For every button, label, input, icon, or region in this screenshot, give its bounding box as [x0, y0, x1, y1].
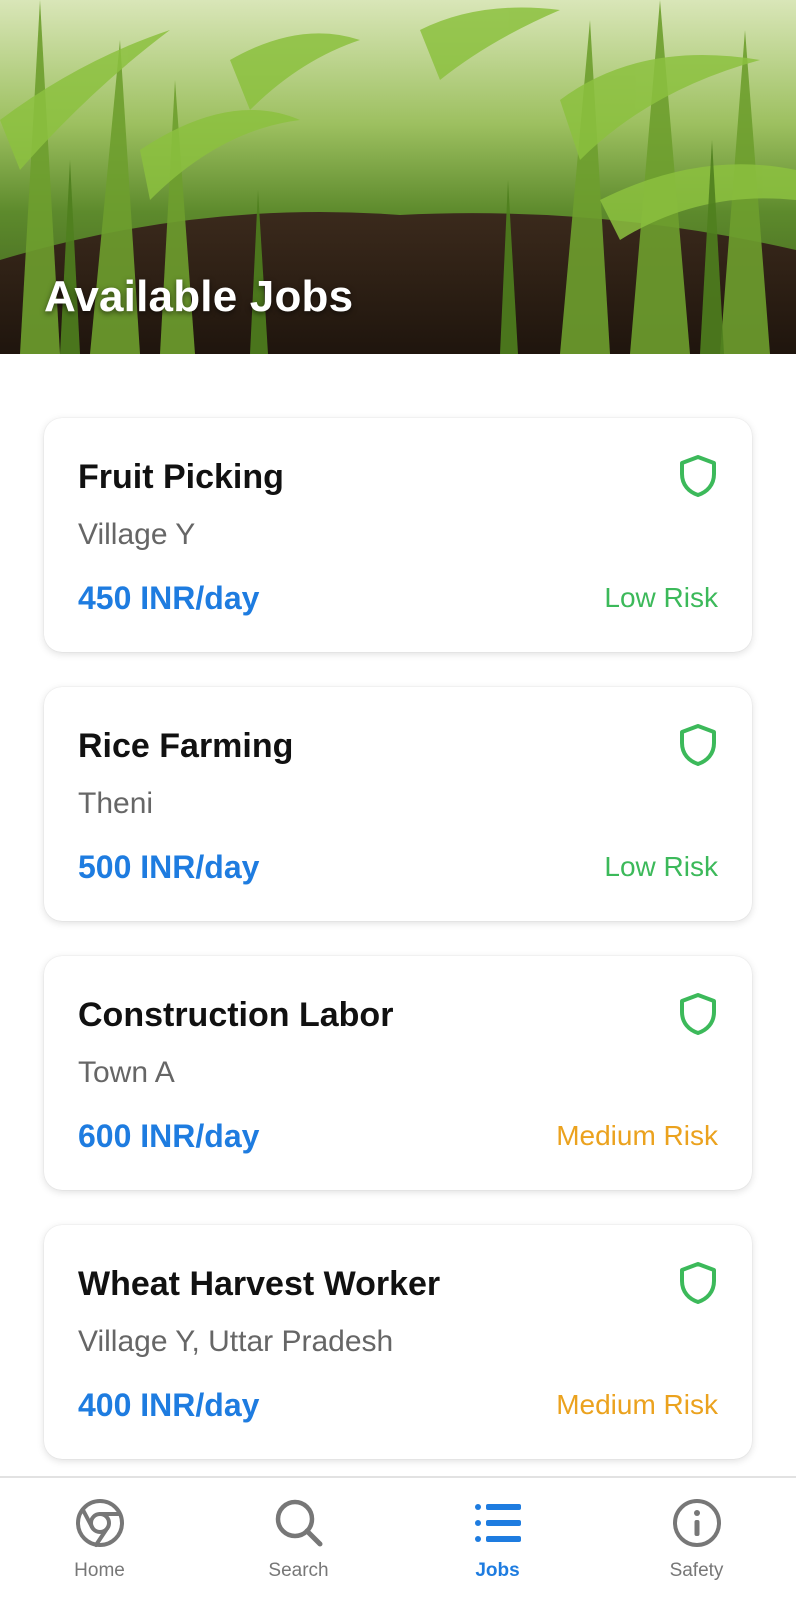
- risk-label: Medium Risk: [556, 1389, 718, 1420]
- job-pay: 600 INR/day: [78, 1118, 260, 1154]
- info-icon: [672, 1499, 721, 1547]
- job-location: Village Y: [78, 518, 196, 551]
- job-title: Rice Farming: [78, 727, 294, 765]
- shield-icon: [680, 455, 716, 497]
- search-icon: [275, 1499, 322, 1547]
- risk-label: Low Risk: [604, 582, 718, 613]
- nav-item-safety[interactable]: Safety: [597, 1478, 796, 1600]
- page-title: Available Jobs: [44, 272, 354, 321]
- job-title: Construction Labor: [78, 996, 394, 1034]
- job-title: Wheat Harvest Worker: [78, 1265, 441, 1303]
- job-location: Theni: [78, 787, 154, 820]
- job-location: Village Y, Uttar Pradesh: [78, 1325, 394, 1358]
- nav-label-home: Home: [74, 1560, 125, 1581]
- chrome-icon: [75, 1499, 124, 1547]
- app-screen: Available Jobs Fruit Picking Village Y 4…: [0, 0, 796, 1600]
- job-location: Town A: [78, 1056, 175, 1089]
- hero-banner: Available Jobs: [0, 0, 796, 354]
- nav-label-jobs: Jobs: [475, 1560, 520, 1581]
- risk-label: Medium Risk: [556, 1120, 718, 1151]
- nav-label-safety: Safety: [669, 1560, 724, 1581]
- job-pay: 500 INR/day: [78, 849, 260, 885]
- job-title: Fruit Picking: [78, 458, 284, 496]
- job-pay: 400 INR/day: [78, 1387, 260, 1423]
- bottom-nav: Home Search Jobs Safety: [0, 1476, 796, 1600]
- job-card[interactable]: Wheat Harvest Worker Village Y, Uttar Pr…: [44, 1225, 752, 1459]
- shield-icon: [680, 724, 716, 766]
- job-pay: 450 INR/day: [78, 580, 260, 616]
- shield-icon: [680, 993, 716, 1035]
- nav-item-jobs[interactable]: Jobs: [398, 1478, 597, 1600]
- nav-item-home[interactable]: Home: [0, 1478, 199, 1600]
- job-card[interactable]: Rice Farming Theni 500 INR/day Low Risk: [44, 687, 752, 921]
- nav-label-search: Search: [268, 1560, 329, 1581]
- shield-icon: [680, 1262, 716, 1304]
- job-list: Fruit Picking Village Y 450 INR/day Low …: [44, 418, 752, 1494]
- job-card[interactable]: Fruit Picking Village Y 450 INR/day Low …: [44, 418, 752, 652]
- risk-label: Low Risk: [604, 851, 718, 882]
- list-icon: [474, 1504, 521, 1542]
- nav-item-search[interactable]: Search: [199, 1478, 398, 1600]
- job-card[interactable]: Construction Labor Town A 600 INR/day Me…: [44, 956, 752, 1190]
